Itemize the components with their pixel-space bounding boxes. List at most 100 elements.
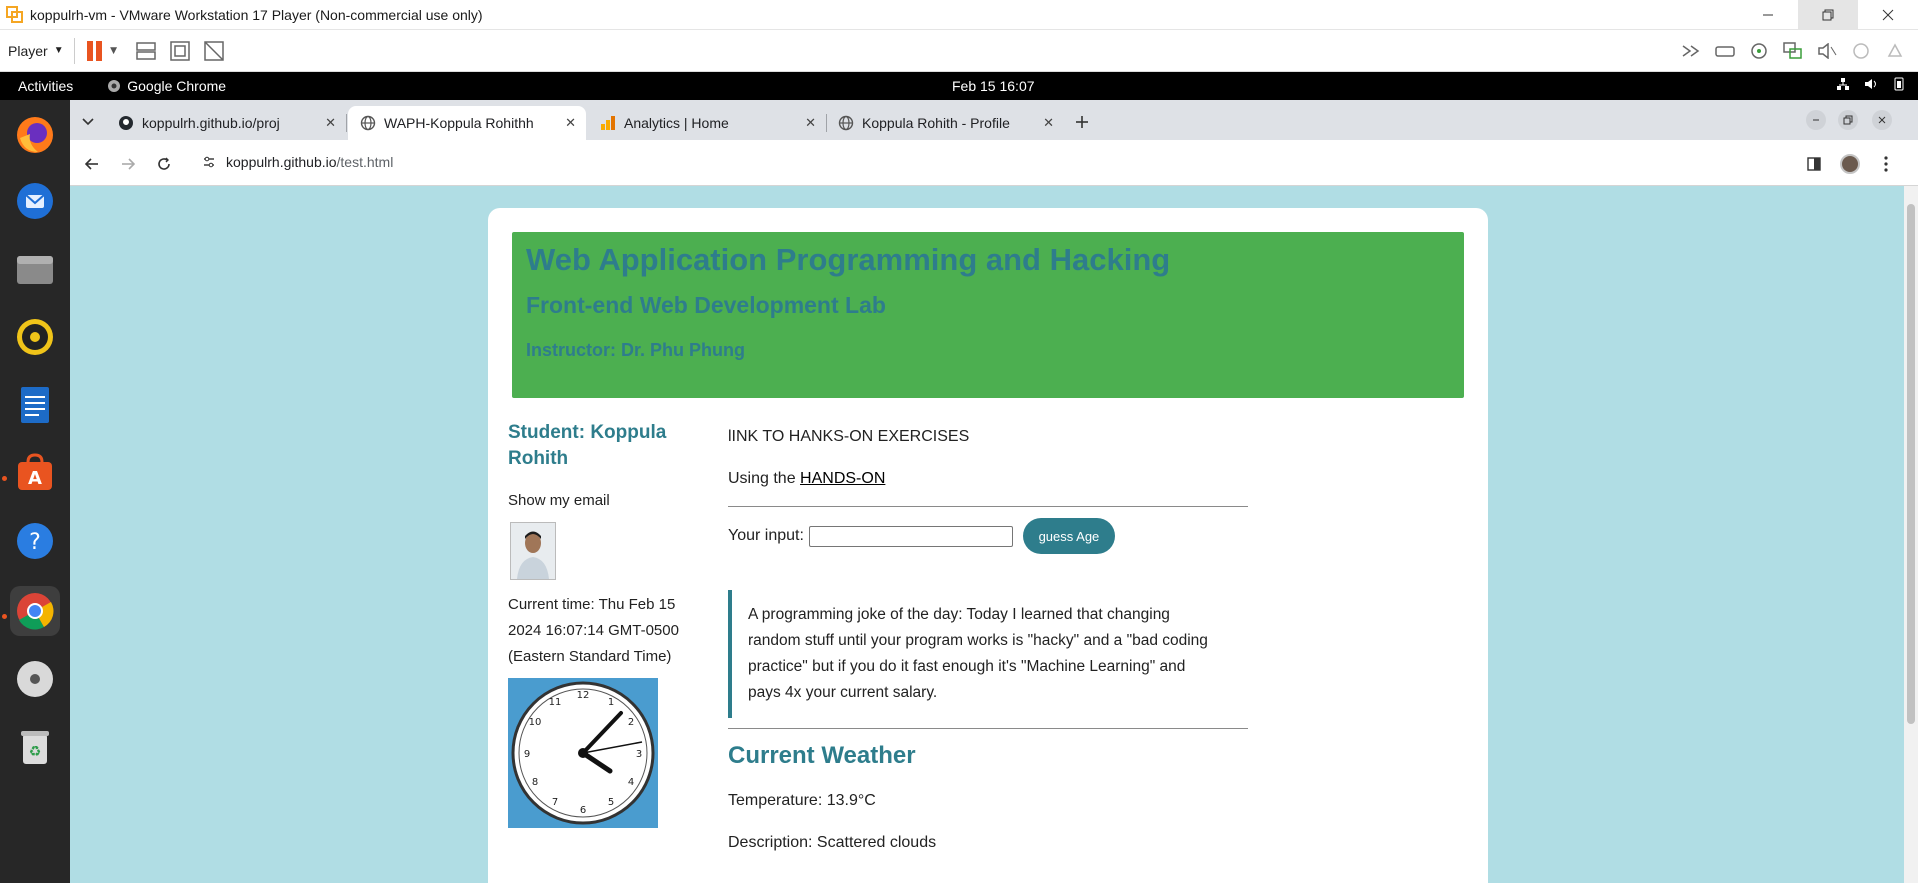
minimize-button[interactable] bbox=[1738, 0, 1798, 30]
guess-age-button[interactable]: guess Age bbox=[1022, 518, 1115, 554]
hands-on-link[interactable]: HANDS-ON bbox=[800, 470, 885, 487]
app-menu-label: Google Chrome bbox=[127, 78, 227, 94]
forward-button[interactable] bbox=[116, 152, 140, 176]
student-name: Student: Koppula Rohith bbox=[508, 422, 667, 469]
input-label: Your input: bbox=[728, 527, 804, 544]
sound-card-icon[interactable] bbox=[1812, 36, 1842, 66]
dock-thunderbird[interactable] bbox=[10, 176, 60, 226]
activities-button[interactable]: Activities bbox=[18, 78, 73, 94]
arrow-right-icon bbox=[122, 158, 135, 170]
cd-dvd-icon[interactable] bbox=[1744, 36, 1774, 66]
power-icon bbox=[1894, 77, 1904, 91]
chevron-down-icon bbox=[82, 118, 94, 126]
usb-icon[interactable] bbox=[1846, 36, 1876, 66]
avatar bbox=[1840, 154, 1860, 174]
globe-icon bbox=[838, 115, 854, 131]
joke-quote: A programming joke of the day: Today I l… bbox=[728, 590, 1228, 718]
profile-button[interactable] bbox=[1838, 152, 1862, 176]
divider bbox=[728, 506, 1248, 507]
using-line: Using the HANDS-ON bbox=[728, 470, 885, 488]
unity-icon bbox=[203, 40, 224, 61]
chrome-menu-button[interactable] bbox=[1874, 152, 1898, 176]
chrome-minimize-button[interactable] bbox=[1806, 110, 1826, 130]
globe-icon bbox=[360, 115, 376, 131]
dock-help[interactable]: ? bbox=[10, 516, 60, 566]
dock-dvd[interactable] bbox=[10, 654, 60, 704]
trash-icon: ♻ bbox=[21, 731, 49, 764]
more-devices-icon[interactable] bbox=[1676, 36, 1706, 66]
page-viewport: Web Application Programming and Hacking … bbox=[70, 186, 1918, 883]
plus-icon bbox=[1076, 116, 1088, 128]
close-tab-icon[interactable]: ✕ bbox=[1043, 115, 1054, 131]
reload-button[interactable] bbox=[152, 152, 176, 176]
address-bar[interactable]: koppulrh.github.io/test.html bbox=[190, 145, 1860, 179]
player-menu[interactable]: Player ▼ bbox=[8, 43, 64, 59]
url-path: /test.html bbox=[336, 154, 394, 170]
pause-button[interactable]: ▼ bbox=[85, 36, 119, 66]
age-input[interactable] bbox=[808, 525, 1013, 547]
dock-firefox[interactable] bbox=[10, 110, 60, 160]
gnome-top-bar: Activities Google Chrome Feb 15 16:07 bbox=[0, 72, 1918, 100]
restore-icon bbox=[1822, 9, 1834, 21]
close-icon bbox=[1878, 116, 1886, 124]
system-tray[interactable] bbox=[1836, 77, 1906, 91]
fit-guest-button[interactable] bbox=[163, 36, 197, 66]
tab-github[interactable]: koppulrh.github.io/proj ✕ bbox=[106, 106, 347, 140]
tab-analytics[interactable]: Analytics | Home ✕ bbox=[588, 106, 827, 140]
close-tab-icon[interactable]: ✕ bbox=[805, 115, 816, 131]
site-info-icon[interactable] bbox=[202, 155, 216, 169]
help-icon: ? bbox=[17, 523, 53, 559]
svg-text:A: A bbox=[28, 468, 42, 489]
dock-trash[interactable]: ♻ bbox=[10, 722, 60, 772]
current-time: Current time: Thu Feb 15 2024 16:07:14 G… bbox=[508, 596, 679, 665]
arrow-left-icon bbox=[85, 158, 98, 170]
player-menu-label: Player bbox=[8, 42, 48, 59]
page-container: Web Application Programming and Hacking … bbox=[488, 208, 1488, 883]
tab-search-button[interactable] bbox=[78, 112, 98, 132]
tab-profile[interactable]: Koppula Rohith - Profile ✕ bbox=[826, 106, 1064, 140]
network-adapter-icon[interactable] bbox=[1778, 36, 1808, 66]
new-tab-button[interactable] bbox=[1070, 110, 1094, 134]
toolbar-divider bbox=[73, 37, 75, 64]
clock[interactable]: Feb 15 16:07 bbox=[952, 78, 1035, 94]
dock-files[interactable] bbox=[10, 244, 60, 294]
dock-rhythmbox[interactable] bbox=[10, 312, 60, 362]
svg-text:8: 8 bbox=[532, 777, 538, 788]
close-icon bbox=[1882, 9, 1894, 21]
using-prefix: Using the bbox=[728, 470, 801, 487]
running-indicator bbox=[2, 476, 7, 481]
fit-screen-icon bbox=[169, 40, 190, 61]
send-ctrl-alt-del-button[interactable] bbox=[129, 36, 163, 66]
tab-title: Analytics | Home bbox=[624, 115, 729, 131]
chrome-restore-button[interactable] bbox=[1838, 110, 1858, 130]
show-email-link[interactable]: Show my email bbox=[508, 492, 610, 509]
svg-text:2: 2 bbox=[628, 717, 634, 728]
app-menu[interactable]: Google Chrome bbox=[107, 78, 226, 94]
weather-heading: Current Weather bbox=[728, 742, 916, 769]
vmware-logo-icon bbox=[6, 5, 23, 23]
hard-disk-icon[interactable] bbox=[1710, 36, 1740, 66]
close-tab-icon[interactable]: ✕ bbox=[325, 115, 336, 131]
scrollbar-thumb[interactable] bbox=[1907, 204, 1915, 724]
dock-writer[interactable] bbox=[10, 380, 60, 430]
dock-app-center[interactable]: A bbox=[10, 448, 60, 498]
restore-button[interactable] bbox=[1798, 0, 1858, 30]
close-tab-icon[interactable]: ✕ bbox=[565, 115, 576, 131]
side-panel-button[interactable] bbox=[1802, 152, 1826, 176]
svg-text:11: 11 bbox=[549, 697, 562, 708]
writer-icon bbox=[21, 387, 49, 423]
close-button[interactable] bbox=[1858, 0, 1918, 30]
tab-waph[interactable]: WAPH-Koppula Rohithh ✕ bbox=[348, 106, 586, 140]
message-log-icon[interactable] bbox=[1880, 36, 1910, 66]
svg-text:9: 9 bbox=[524, 749, 530, 760]
unity-button[interactable] bbox=[197, 36, 231, 66]
svg-text:10: 10 bbox=[529, 717, 542, 728]
network-icon bbox=[1837, 78, 1849, 90]
page-scrollbar[interactable] bbox=[1904, 186, 1918, 883]
svg-text:6: 6 bbox=[580, 805, 586, 816]
chevron-down-icon: ▼ bbox=[53, 45, 64, 56]
chrome-close-button[interactable] bbox=[1872, 110, 1892, 130]
back-button[interactable] bbox=[80, 152, 104, 176]
dock-chrome[interactable] bbox=[10, 586, 60, 636]
analog-clock: 12 1 2 345 678 9 10 11 bbox=[508, 678, 658, 828]
